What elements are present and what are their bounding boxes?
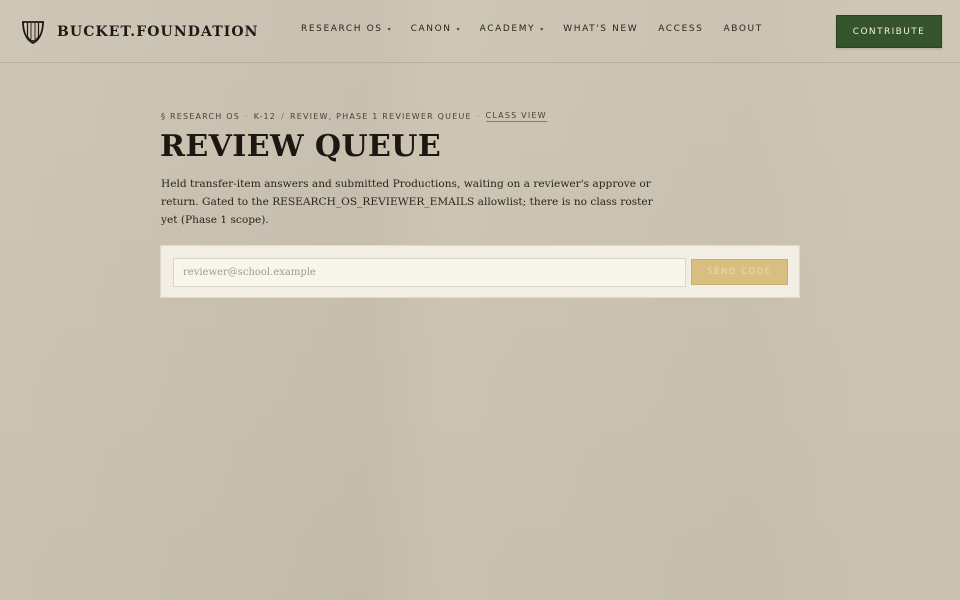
- chevron-down-icon: ▾: [456, 25, 460, 33]
- class-view-link[interactable]: CLASS VIEW: [485, 111, 547, 122]
- nav-about[interactable]: ABOUT: [723, 24, 762, 34]
- site-header: BUCKET.FOUNDATION RESEARCH OS ▾ CANON ▾ …: [0, 0, 960, 63]
- chevron-down-icon: ▾: [387, 25, 391, 33]
- nav-research-os-label: RESEARCH OS: [301, 24, 383, 34]
- brand-logo[interactable]: BUCKET.FOUNDATION: [20, 20, 259, 44]
- breadcrumb-item[interactable]: § RESEARCH OS: [161, 112, 240, 121]
- nav-canon-label: CANON: [410, 24, 452, 34]
- contribute-button[interactable]: CONTRIBUTE: [836, 15, 942, 48]
- breadcrumb: § RESEARCH OS · K-12 / REVIEW, PHASE 1 R…: [161, 111, 547, 122]
- lyre-shield-icon: [22, 21, 44, 44]
- nav-academy-label: ACADEMY: [479, 24, 536, 34]
- chevron-down-icon: ▾: [540, 25, 544, 33]
- breadcrumb-item: REVIEW, PHASE 1 REVIEWER QUEUE: [289, 112, 472, 121]
- page-description: Held transfer-item answers and submitted…: [161, 178, 653, 226]
- reviewer-email-input[interactable]: [173, 258, 686, 287]
- breadcrumb-separator: /: [281, 112, 285, 121]
- nav-whats-new[interactable]: WHAT'S NEW: [563, 24, 638, 34]
- brand-name: BUCKET.FOUNDATION: [57, 24, 259, 40]
- page-title: REVIEW QUEUE: [160, 129, 442, 164]
- reviewer-login-form: SEND CODE: [160, 245, 800, 298]
- breadcrumb-separator: ·: [245, 112, 249, 121]
- breadcrumb-separator: ·: [476, 112, 481, 121]
- nav-canon[interactable]: CANON ▾: [411, 24, 460, 34]
- nav-access[interactable]: ACCESS: [658, 24, 703, 34]
- nav-about-label: ABOUT: [723, 24, 763, 34]
- breadcrumb-item[interactable]: K-12: [254, 112, 276, 121]
- nav-research-os[interactable]: RESEARCH OS ▾: [301, 24, 391, 34]
- main-nav: RESEARCH OS ▾ CANON ▾ ACADEMY ▾ WHAT'S N…: [301, 22, 763, 36]
- nav-access-label: ACCESS: [658, 24, 704, 34]
- nav-academy[interactable]: ACADEMY ▾: [480, 24, 544, 34]
- send-code-button[interactable]: SEND CODE: [691, 259, 788, 285]
- nav-whats-new-label: WHAT'S NEW: [563, 24, 639, 34]
